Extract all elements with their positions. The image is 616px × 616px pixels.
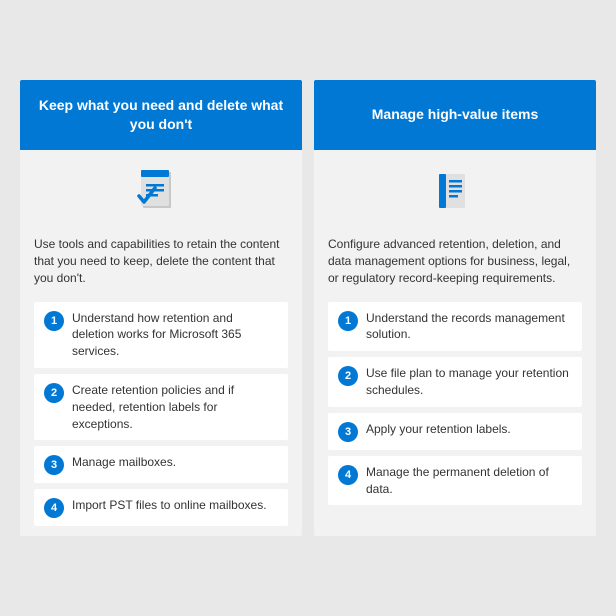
panel-keep: Keep what you need and delete what you d… <box>20 80 302 537</box>
panel-manage-steps: 1 Understand the records management solu… <box>328 302 582 506</box>
step-item: 4 Manage the permanent deletion of data. <box>328 456 582 506</box>
step-badge-2: 2 <box>44 383 64 403</box>
step-item: 1 Understand how retention and deletion … <box>34 302 288 368</box>
step-badge-m4: 4 <box>338 465 358 485</box>
step-text-m4: Manage the permanent deletion of data. <box>366 464 572 498</box>
step-item: 2 Use file plan to manage your retention… <box>328 357 582 407</box>
step-badge-m1: 1 <box>338 311 358 331</box>
step-item: 4 Import PST files to online mailboxes. <box>34 489 288 526</box>
panel-keep-description: Use tools and capabilities to retain the… <box>34 236 288 288</box>
step-badge-3: 3 <box>44 455 64 475</box>
step-text-1: Understand how retention and deletion wo… <box>72 310 278 360</box>
panel-manage-description: Configure advanced retention, deletion, … <box>328 236 582 288</box>
step-badge-4: 4 <box>44 498 64 518</box>
step-text-4: Import PST files to online mailboxes. <box>72 497 267 514</box>
step-text-2: Create retention policies and if needed,… <box>72 382 278 432</box>
step-badge-m3: 3 <box>338 422 358 442</box>
panel-manage-header: Manage high-value items <box>314 80 596 150</box>
panel-manage-icon-area <box>328 164 582 224</box>
panel-manage-body: Configure advanced retention, deletion, … <box>314 150 596 516</box>
panel-keep-header: Keep what you need and delete what you d… <box>20 80 302 150</box>
step-badge-m2: 2 <box>338 366 358 386</box>
checklist-icon <box>131 164 191 224</box>
step-item: 1 Understand the records management solu… <box>328 302 582 352</box>
panel-keep-steps: 1 Understand how retention and deletion … <box>34 302 288 527</box>
step-item: 3 Manage mailboxes. <box>34 446 288 483</box>
records-icon <box>425 164 485 224</box>
step-text-3: Manage mailboxes. <box>72 454 176 471</box>
main-container: Keep what you need and delete what you d… <box>10 70 606 547</box>
step-item: 3 Apply your retention labels. <box>328 413 582 450</box>
step-badge-1: 1 <box>44 311 64 331</box>
step-text-m2: Use file plan to manage your retention s… <box>366 365 572 399</box>
step-item: 2 Create retention policies and if neede… <box>34 374 288 440</box>
step-text-m3: Apply your retention labels. <box>366 421 511 438</box>
panel-manage: Manage high-value items Configure advanc… <box>314 80 596 537</box>
panel-keep-icon-area <box>34 164 288 224</box>
step-text-m1: Understand the records management soluti… <box>366 310 572 344</box>
panel-keep-body: Use tools and capabilities to retain the… <box>20 150 302 537</box>
